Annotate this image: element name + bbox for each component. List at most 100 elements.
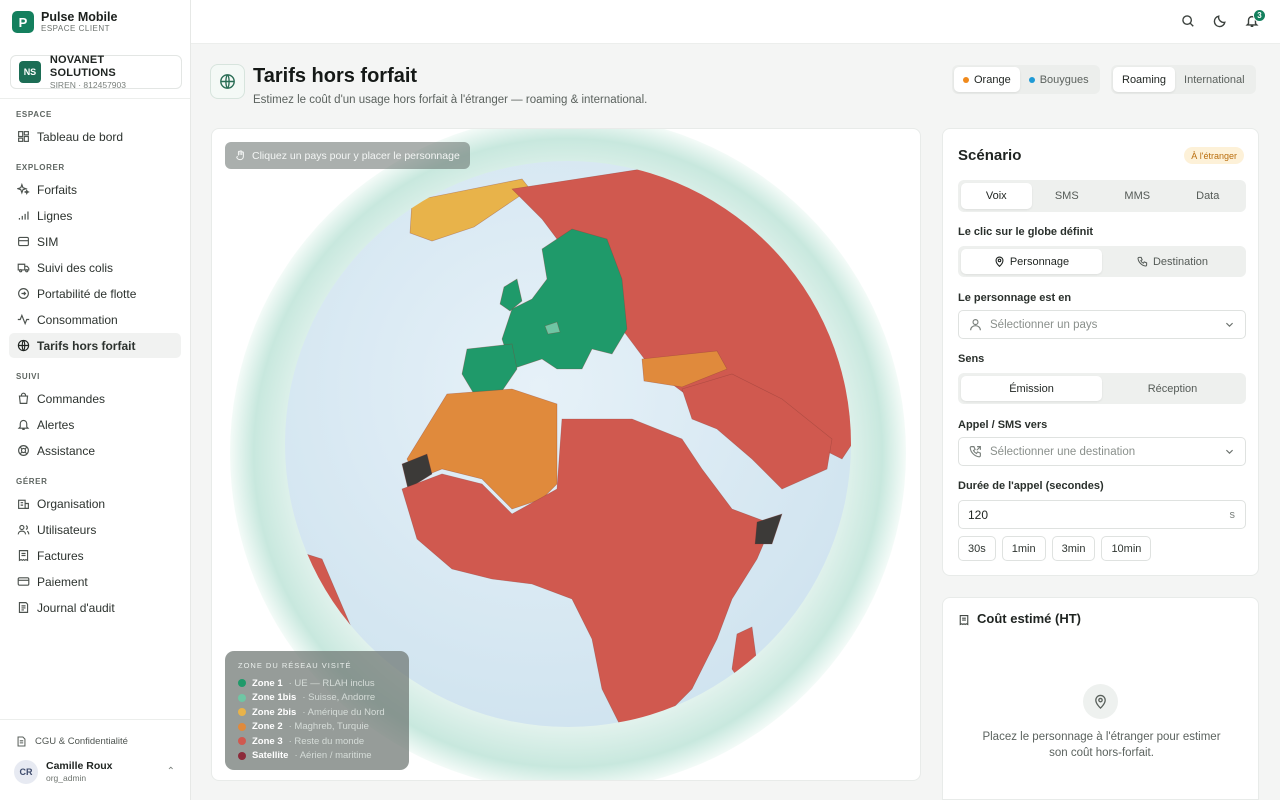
sidebar-item-paiement[interactable]: Paiement xyxy=(9,569,181,594)
cost-title: Coût estimé (HT) xyxy=(977,611,1081,626)
operator-bouygues-button[interactable]: Bouygues xyxy=(1020,67,1098,92)
org-switcher[interactable]: NS NOVANET SOLUTIONS SIREN · 812457903 xyxy=(10,54,182,90)
sidebar-item-dashboard[interactable]: Tableau de bord xyxy=(9,124,181,149)
legend-item: Zone 1bis · Suisse, Andorre xyxy=(238,691,396,706)
sidebar-item-label: Tarifs hors forfait xyxy=(37,338,136,353)
cgu-link[interactable]: CGU & Confidentialité xyxy=(0,720,190,747)
direction-toggle: Émission Réception xyxy=(958,373,1246,404)
preset-10min-button[interactable]: 10min xyxy=(1101,536,1152,561)
sidebar-item-colis[interactable]: Suivi des colis xyxy=(9,255,181,280)
mode-roaming-button[interactable]: Roaming xyxy=(1113,67,1176,92)
sidebar-item-label: Suivi des colis xyxy=(37,260,114,275)
direction-emission-button[interactable]: Émission xyxy=(961,376,1102,401)
tab-sms[interactable]: SMS xyxy=(1032,183,1103,209)
sidebar-item-label: Lignes xyxy=(37,208,73,223)
operator-orange-button[interactable]: Orange xyxy=(954,67,1020,92)
status-badge: À l'étranger xyxy=(1184,147,1244,164)
location-label: Le personnage est en xyxy=(958,292,1072,304)
duration-unit: s xyxy=(1229,508,1236,521)
map-pin-icon xyxy=(994,256,1005,267)
moon-icon[interactable] xyxy=(1213,14,1229,30)
option-label: Destination xyxy=(1152,255,1209,268)
location-select[interactable]: Sélectionner un pays xyxy=(958,310,1246,339)
sidebar-item-portabilite[interactable]: Portabilité de flotte xyxy=(9,281,181,306)
tab-data[interactable]: Data xyxy=(1173,183,1244,209)
chevron-up-down-icon: ⌃ xyxy=(166,766,175,777)
sidebar: P Pulse Mobile ESPACE CLIENT NS NOVANET … xyxy=(0,0,191,800)
operator-dot xyxy=(963,76,969,83)
tab-mms[interactable]: MMS xyxy=(1102,183,1173,209)
operator-switch: Orange Bouygues xyxy=(952,65,1100,94)
sidebar-item-label: Consommation xyxy=(37,312,118,327)
cgu-label: CGU & Confidentialité xyxy=(35,736,128,747)
document-icon xyxy=(16,736,27,747)
sidebar-item-utilisateurs[interactable]: Utilisateurs xyxy=(9,517,181,542)
sidebar-item-label: Tableau de bord xyxy=(37,129,124,144)
legend-dot xyxy=(238,722,246,731)
cost-panel: Coût estimé (HT) Placez le personnage à … xyxy=(942,597,1259,800)
legend-desc: · Reste du monde xyxy=(288,735,365,747)
search-icon[interactable] xyxy=(1181,14,1197,30)
user-icon xyxy=(969,318,982,331)
sidebar-item-label: SIM xyxy=(37,234,59,249)
legend-title: ZONE DU RÉSEAU VISITÉ xyxy=(238,661,352,670)
bell-icon xyxy=(16,418,30,432)
click-destination-button[interactable]: Destination xyxy=(1102,249,1243,274)
org-siren: SIREN · 812457903 xyxy=(49,79,126,90)
legend-dot xyxy=(238,708,246,717)
preset-3min-button[interactable]: 3min xyxy=(1051,536,1096,561)
building-icon xyxy=(16,497,30,511)
duration-presets: 30s 1min 3min 10min xyxy=(958,536,1157,561)
legend-desc: · UE — RLAH inclus xyxy=(288,677,375,689)
legend-item: Zone 2 · Maghreb, Turquie xyxy=(238,720,396,735)
notifications-button[interactable]: 3 xyxy=(1245,9,1266,30)
activity-icon xyxy=(16,313,30,327)
sidebar-footer: CGU & Confidentialité CR Camille Roux or… xyxy=(0,719,190,800)
dashboard-icon xyxy=(16,130,30,144)
duration-input[interactable]: 120 s xyxy=(958,500,1246,529)
brand[interactable]: P Pulse Mobile ESPACE CLIENT xyxy=(0,0,190,44)
direction-reception-button[interactable]: Réception xyxy=(1102,376,1243,401)
operator-label: Bouygues xyxy=(1039,73,1089,86)
sidebar-item-audit[interactable]: Journal d'audit xyxy=(9,595,181,620)
preset-30s-button[interactable]: 30s xyxy=(958,536,996,561)
sidebar-item-tarifs[interactable]: Tarifs hors forfait xyxy=(9,333,181,358)
sidebar-item-alertes[interactable]: Alertes xyxy=(9,412,181,437)
signal-icon xyxy=(16,209,30,223)
org-badge: NS xyxy=(19,61,41,83)
legend-zone: Zone 2bis xyxy=(252,706,297,718)
sidebar-item-consommation[interactable]: Consommation xyxy=(9,307,181,332)
page-subtitle: Estimez le coût d'un usage hors forfait … xyxy=(253,94,648,106)
sidebar-item-factures[interactable]: Factures xyxy=(9,543,181,568)
truck-icon xyxy=(16,261,30,275)
legend-desc: · Amérique du Nord xyxy=(302,706,385,718)
sidebar-item-label: Utilisateurs xyxy=(37,522,97,537)
destination-select[interactable]: Sélectionner une destination xyxy=(958,437,1246,466)
duration-label: Durée de l'appel (secondes) xyxy=(958,480,1104,492)
notification-count-badge: 3 xyxy=(1253,9,1266,22)
legend-item: Zone 1 · UE — RLAH inclus xyxy=(238,676,396,691)
audit-log-icon xyxy=(16,601,30,615)
map-hint: Cliquez un pays pour y placer le personn… xyxy=(225,142,470,169)
user-menu[interactable]: CR Camille Roux org_admin ⌃ xyxy=(14,760,179,784)
tab-voix[interactable]: Voix xyxy=(961,183,1032,209)
hand-pointer-icon xyxy=(235,150,246,161)
sidebar-item-sim[interactable]: SIM xyxy=(9,229,181,254)
sidebar-item-organisation[interactable]: Organisation xyxy=(9,491,181,516)
sidebar-item-label: Alertes xyxy=(37,417,75,432)
nav-section-title: EXPLORER xyxy=(16,163,65,172)
legend-item: Satellite · Aérien / maritime xyxy=(238,749,396,764)
user-role: org_admin xyxy=(46,773,87,783)
nav-section-title: ESPACE xyxy=(16,110,52,119)
click-personnage-button[interactable]: Personnage xyxy=(961,249,1102,274)
chevron-down-icon xyxy=(1224,319,1235,333)
sidebar-item-lignes[interactable]: Lignes xyxy=(9,203,181,228)
sidebar-item-commandes[interactable]: Commandes xyxy=(9,386,181,411)
phone-outgoing-icon xyxy=(969,445,982,458)
mode-international-button[interactable]: International xyxy=(1175,67,1254,92)
sidebar-item-forfaits[interactable]: Forfaits xyxy=(9,177,181,202)
sidebar-item-assistance[interactable]: Assistance xyxy=(9,438,181,463)
preset-1min-button[interactable]: 1min xyxy=(1001,536,1046,561)
option-label: Personnage xyxy=(1009,255,1070,268)
sidebar-item-label: Factures xyxy=(37,548,84,563)
